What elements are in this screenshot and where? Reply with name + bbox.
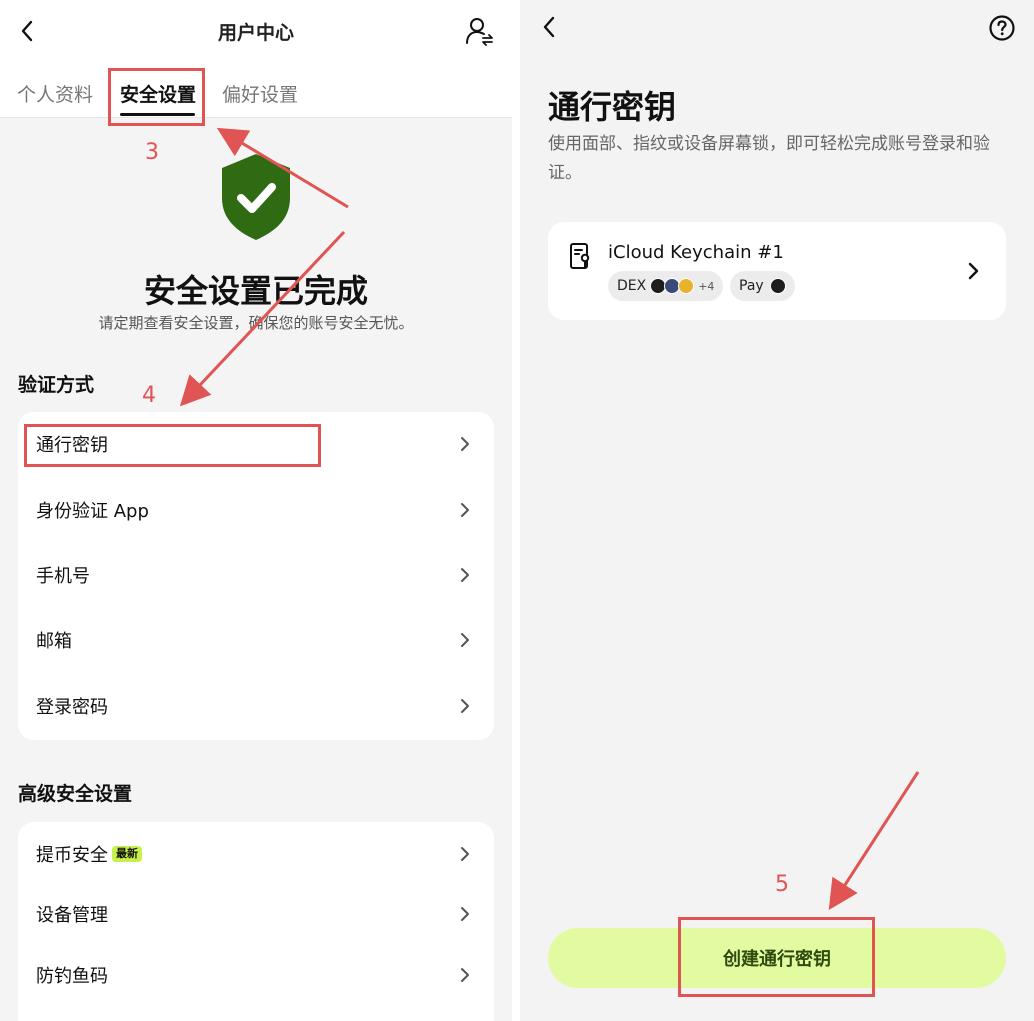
bnb-coin-icon [678,278,695,294]
right-screen: 通行密钥 使用面部、指纹或设备屏幕锁，即可轻松完成账号登录和验证。 iCloud… [520,0,1034,1021]
hero-subtitle: 请定期查看安全设置，确保您的账号安全无忧。 [98,314,414,332]
user-switch-icon [466,18,493,46]
list-item-phone[interactable]: 手机号 [18,543,494,607]
list-item-label: 邮箱 [36,631,72,652]
list-item-withdrawal-security[interactable]: 提币安全 最新 [18,822,494,886]
help-button[interactable] [988,14,1016,42]
tab-profile[interactable]: 个人资料 [17,80,93,107]
annotation-step-3: 3 [145,140,159,165]
withdrawal-security-label: 提币安全 [36,845,108,866]
list-item-login-password[interactable]: 登录密码 [18,674,494,738]
chevron-right-icon [461,907,469,921]
annotation-step-4: 4 [142,383,156,408]
left-screen: 用户中心 个人资料 安全设置 偏好设置 安全设置已完成 请定期查看安全设置，确保… [0,0,512,1021]
list-item-label: 身份验证 App [36,501,149,522]
list-item-label: 提币安全 最新 [36,841,142,867]
advanced-card: 提币安全 最新 设备管理 防钓鱼码 [18,822,494,1021]
pay-chip-label: Pay [739,278,764,294]
passkey-card[interactable]: iCloud Keychain #1 DEX +4 Pay [548,222,1006,320]
dex-chip: DEX +4 [608,271,724,301]
list-item-label: 设备管理 [36,905,108,926]
verification-section-title: 验证方式 [18,374,95,396]
more-count: +4 [698,279,715,293]
header: 用户中心 个人资料 安全设置 偏好设置 [0,0,512,118]
list-item-email[interactable]: 邮箱 [18,608,494,672]
list-item-label: 防钓鱼码 [36,966,108,987]
passkey-description: 使用面部、指纹或设备屏幕锁，即可轻松完成账号登录和验证。 [548,134,990,183]
key-device-icon [570,243,590,269]
back-button[interactable] [534,12,564,42]
advanced-section-title: 高级安全设置 [18,783,133,805]
tab-preferences[interactable]: 偏好设置 [222,80,298,107]
page-title: 用户中心 [217,22,294,44]
chevron-right-icon [461,633,469,647]
chevron-right-icon [461,437,469,451]
help-icon [989,15,1015,41]
pay-chip: Pay [730,271,795,301]
chevron-right-icon [461,568,469,582]
chevron-right-icon [461,968,469,982]
chevron-right-icon [461,847,469,861]
list-item-authenticator[interactable]: 身份验证 App [18,478,494,542]
hero-title: 安全设置已完成 [143,272,368,310]
passkey-name: iCloud Keychain #1 [608,242,784,263]
shield-check-icon [222,154,290,240]
list-item-label: 手机号 [36,566,90,587]
chevron-right-icon [461,699,469,713]
annotation-box-passkey [24,424,321,467]
user-switch-button[interactable] [464,16,496,46]
list-item-anti-phishing[interactable]: 防钓鱼码 [18,943,494,1007]
chevron-right-icon [968,262,979,280]
chevron-right-icon [461,503,469,517]
back-arrow-icon [543,16,555,38]
annotation-box-security-tab [108,68,205,126]
annotation-step-5: 5 [775,872,789,897]
okx-coin-icon [769,278,786,294]
new-badge: 最新 [112,846,142,862]
list-item-device-management[interactable]: 设备管理 [18,882,494,946]
passkey-title: 通行密钥 [548,88,677,126]
dex-chip-label: DEX [617,278,647,294]
list-item-label: 登录密码 [36,697,108,718]
annotation-box-create-button [678,917,875,997]
